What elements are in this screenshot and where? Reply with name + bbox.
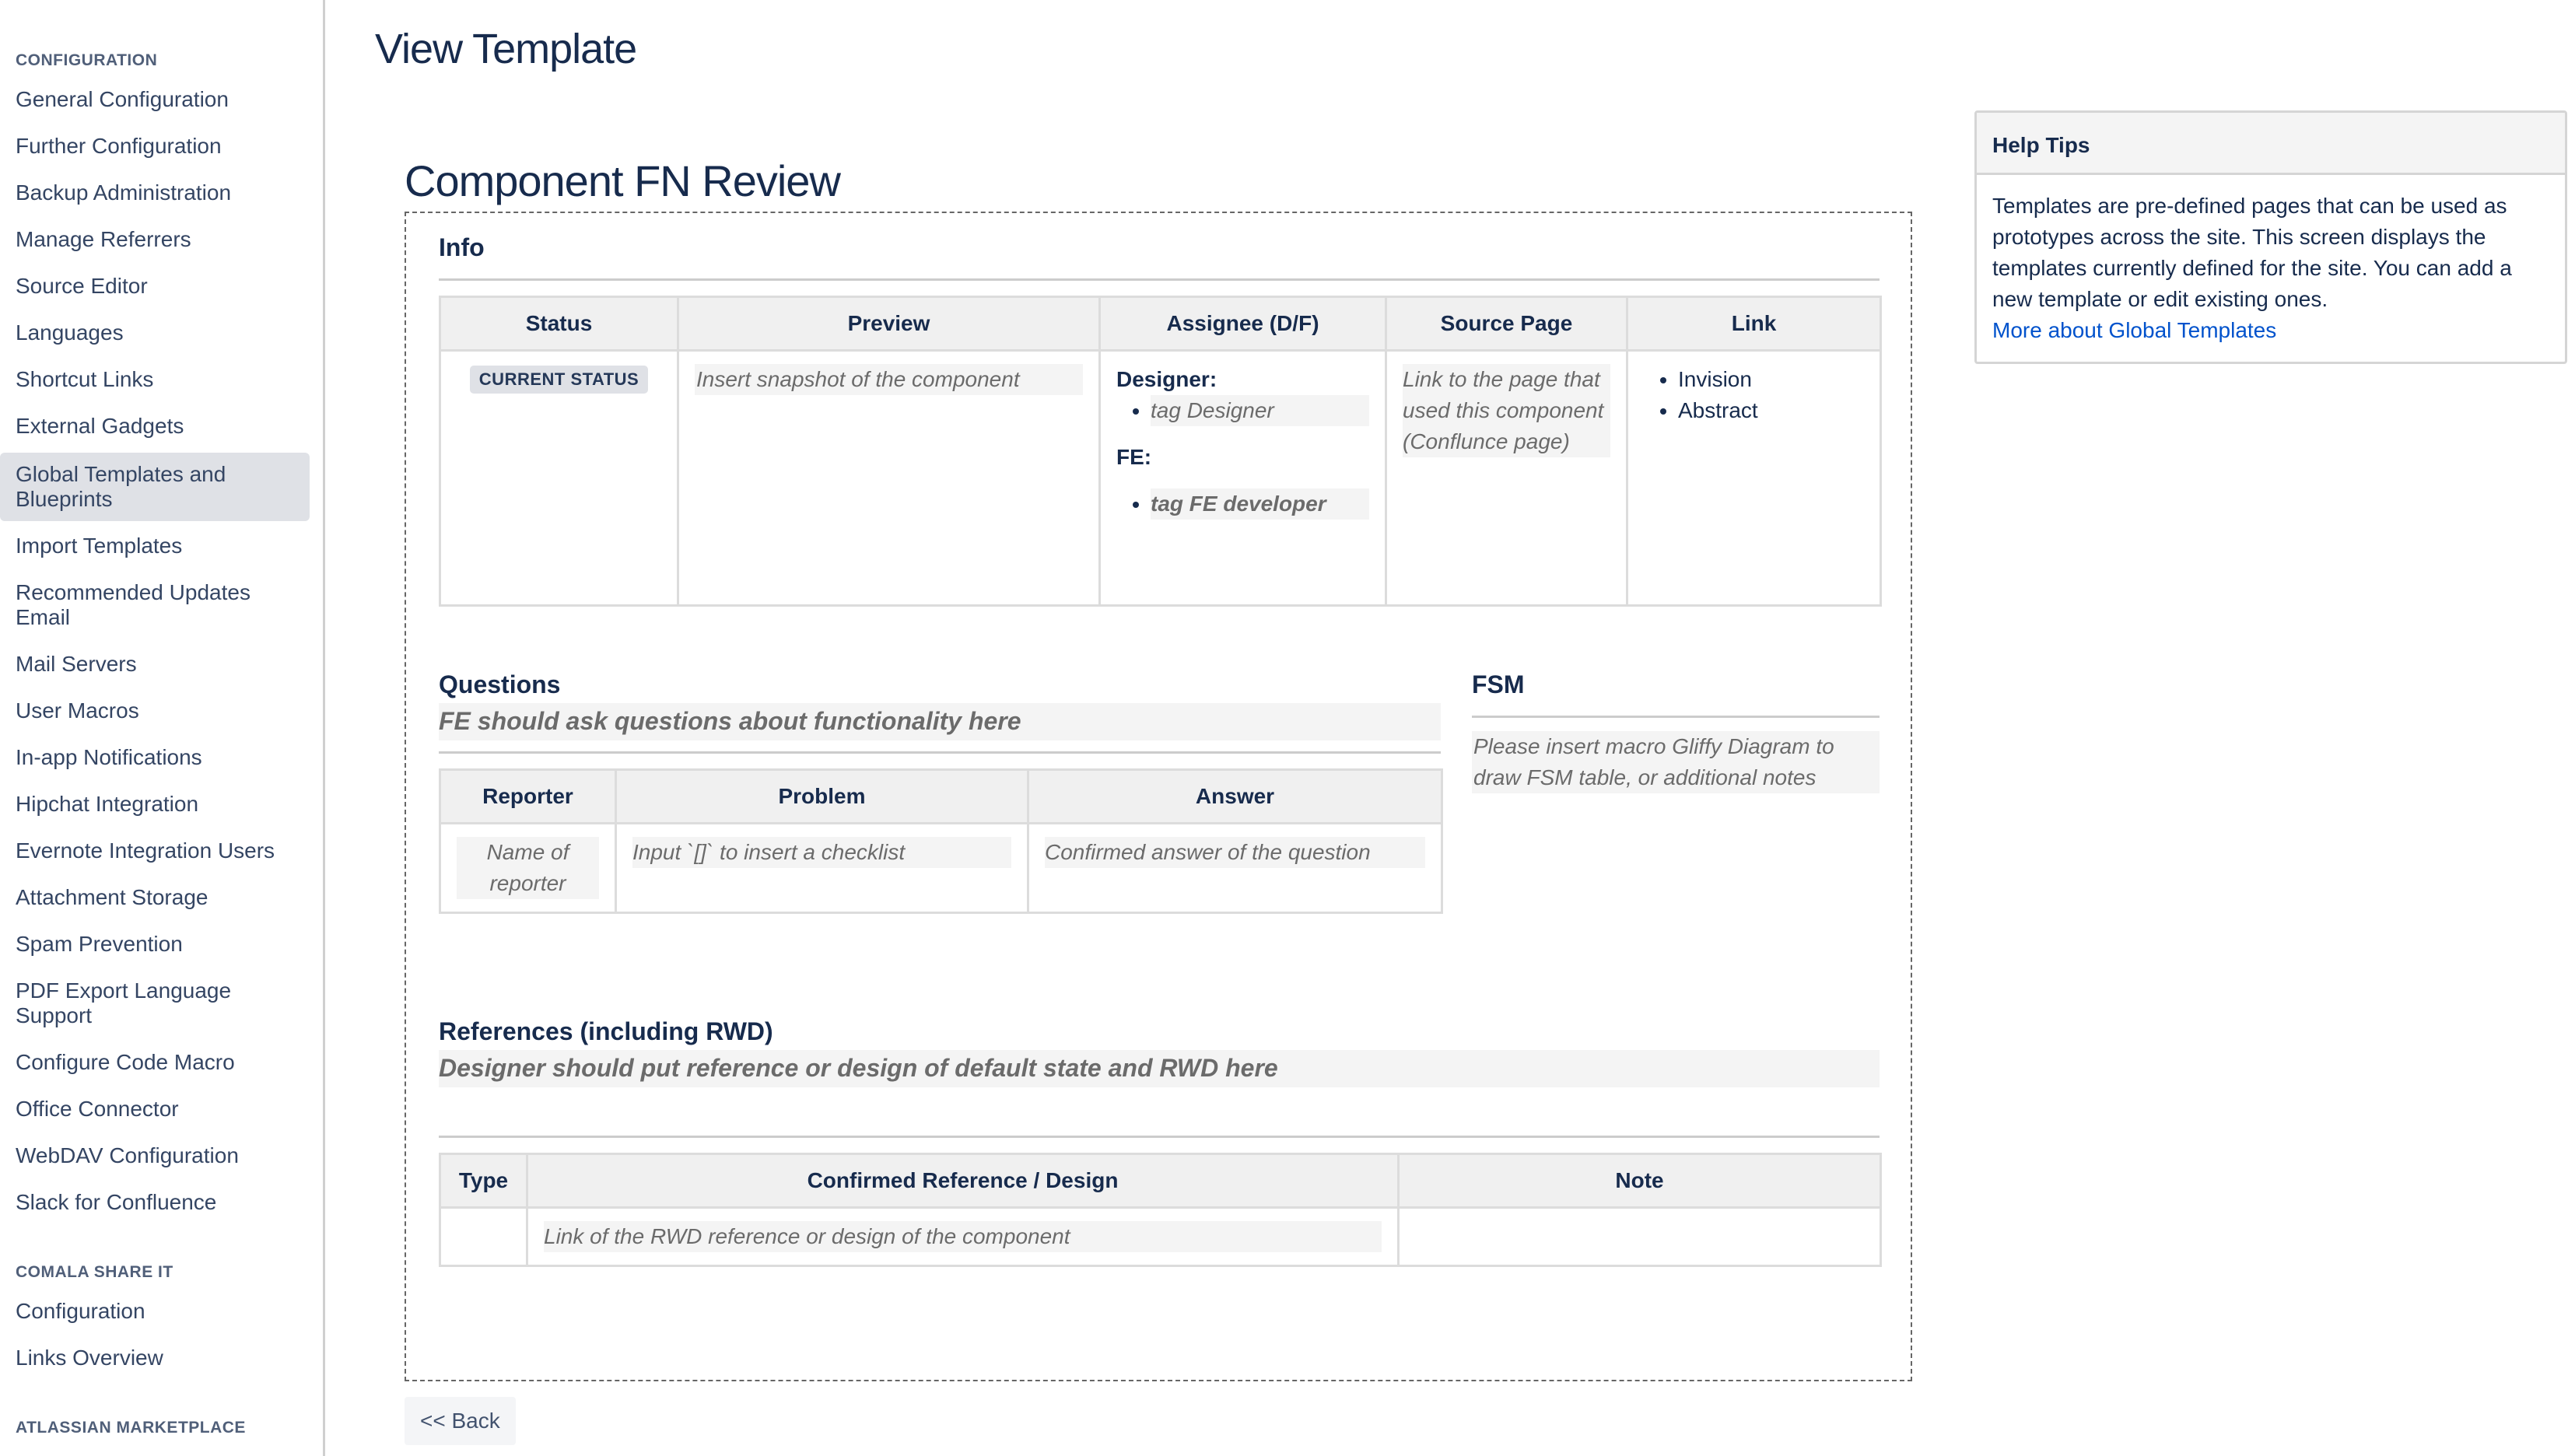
references-table-header-row: Type Confirmed Reference / Design Note [439, 1153, 1882, 1209]
link-cell: Invision Abstract [1626, 349, 1882, 607]
fe-placeholder: tag FE developer [1151, 488, 1369, 520]
references-header-type: Type [439, 1153, 528, 1209]
references-instruction: Designer should put reference or design … [439, 1050, 1880, 1087]
designer-list-item: tag Designer [1151, 395, 1369, 426]
preview-placeholder: Insert snapshot of the component [695, 364, 1083, 395]
sidebar-item-recommended-updates-email[interactable]: Recommended Updates Email [0, 580, 310, 630]
sidebar-item-in-app-notifications[interactable]: In-app Notifications [0, 745, 310, 770]
questions-section-title: Questions [439, 670, 561, 698]
sidebar-item-hipchat-integration[interactable]: Hipchat Integration [0, 792, 310, 817]
sidebar-item-manage-referrers[interactable]: Manage Referrers [0, 227, 310, 252]
reporter-cell: Name of reporter [439, 822, 617, 914]
help-tips-body: Templates are pre-defined pages that can… [1977, 175, 2565, 362]
source-page-cell: Link to the page that used this componen… [1385, 349, 1628, 607]
sidebar-heading-comala-share-it: COMALA SHARE IT [16, 1263, 173, 1281]
reference-placeholder: Link of the RWD reference or design of t… [544, 1221, 1382, 1252]
designer-placeholder: tag Designer [1151, 395, 1369, 426]
help-tips-title: Help Tips [1977, 113, 2565, 175]
info-header-assignee: Assignee (D/F) [1098, 296, 1387, 352]
note-cell [1397, 1206, 1882, 1267]
sidebar-heading-atlassian-marketplace: ATLASSIAN MARKETPLACE [16, 1419, 246, 1437]
info-header-source-page: Source Page [1385, 296, 1628, 352]
questions-table-header-row: Reporter Problem Answer [439, 768, 1443, 824]
link-item-abstract[interactable]: Abstract [1678, 395, 1864, 426]
help-tips-panel: Help Tips Templates are pre-defined page… [1974, 110, 2567, 364]
designer-list: tag Designer [1116, 395, 1369, 426]
problem-placeholder: Input `[]` to insert a checklist [632, 837, 1011, 868]
sidebar-item-source-editor[interactable]: Source Editor [0, 274, 310, 299]
sidebar-item-further-configuration[interactable]: Further Configuration [0, 134, 310, 159]
references-header-note: Note [1397, 1153, 1882, 1209]
sidebar-heading-configuration: CONFIGURATION [16, 51, 158, 69]
reporter-placeholder: Name of reporter [457, 837, 599, 899]
fsm-divider [1472, 716, 1880, 718]
questions-header-reporter: Reporter [439, 768, 617, 824]
sidebar-item-backup-administration[interactable]: Backup Administration [0, 180, 310, 205]
sidebar-item-slack-for-confluence[interactable]: Slack for Confluence [0, 1190, 310, 1215]
assignee-cell: Designer: tag Designer FE: tag FE develo… [1098, 349, 1387, 607]
sidebar-item-languages[interactable]: Languages [0, 320, 310, 345]
admin-sidebar: CONFIGURATION General Configuration Furt… [0, 0, 325, 1456]
sidebar-item-external-gadgets[interactable]: External Gadgets [0, 414, 310, 439]
info-header-link: Link [1626, 296, 1882, 352]
references-divider [439, 1136, 1880, 1138]
fsm-section-title: FSM [1472, 670, 1525, 698]
fe-list-item: tag FE developer [1151, 488, 1369, 520]
answer-cell: Confirmed answer of the question [1027, 822, 1443, 914]
sidebar-item-shortcut-links[interactable]: Shortcut Links [0, 367, 310, 392]
references-section-title: References (including RWD) [439, 1017, 773, 1045]
sidebar-item-global-templates[interactable]: Global Templates and Blueprints [0, 453, 310, 521]
references-table-row: Link of the RWD reference or design of t… [439, 1206, 1882, 1267]
more-about-global-templates-link[interactable]: More about Global Templates [1992, 315, 2549, 346]
back-button[interactable]: << Back [405, 1397, 516, 1445]
help-tips-text: Templates are pre-defined pages that can… [1992, 194, 2512, 311]
references-table: Type Confirmed Reference / Design Note L… [439, 1153, 1882, 1267]
references-header-reference: Confirmed Reference / Design [526, 1153, 1400, 1209]
questions-instruction: FE should ask questions about functional… [439, 703, 1441, 740]
fe-label: FE: [1116, 445, 1152, 469]
sidebar-item-evernote-integration-users[interactable]: Evernote Integration Users [0, 838, 310, 863]
questions-divider [439, 751, 1441, 754]
type-cell [439, 1206, 528, 1267]
sidebar-item-general-configuration[interactable]: General Configuration [0, 87, 310, 112]
info-table-header-row: Status Preview Assignee (D/F) Source Pag… [439, 296, 1882, 352]
problem-cell: Input `[]` to insert a checklist [615, 822, 1029, 914]
answer-placeholder: Confirmed answer of the question [1045, 837, 1425, 868]
template-title: Component FN Review [405, 156, 841, 205]
designer-label: Designer: [1116, 367, 1217, 391]
sidebar-item-configure-code-macro[interactable]: Configure Code Macro [0, 1050, 310, 1075]
sidebar-item-pdf-export-language-support[interactable]: PDF Export Language Support [0, 978, 310, 1028]
questions-header-problem: Problem [615, 768, 1029, 824]
template-preview-box: Info Status Preview Assignee (D/F) Sourc… [405, 212, 1912, 1381]
questions-header-answer: Answer [1027, 768, 1443, 824]
link-item-invision[interactable]: Invision [1678, 364, 1864, 395]
sidebar-item-webdav-configuration[interactable]: WebDAV Configuration [0, 1143, 310, 1168]
sidebar-item-user-macros[interactable]: User Macros [0, 698, 310, 723]
sidebar-item-comala-configuration[interactable]: Configuration [0, 1299, 310, 1324]
sidebar-item-mail-servers[interactable]: Mail Servers [0, 652, 310, 677]
questions-table-row: Name of reporter Input `[]` to insert a … [439, 822, 1443, 914]
preview-cell: Insert snapshot of the component [677, 349, 1101, 607]
source-page-placeholder: Link to the page that used this componen… [1403, 364, 1610, 457]
info-table-row: CURRENT STATUS Insert snapshot of the co… [439, 349, 1882, 607]
fe-list: tag FE developer [1116, 488, 1369, 520]
sidebar-item-attachment-storage[interactable]: Attachment Storage [0, 885, 310, 910]
status-lozenge: CURRENT STATUS [469, 366, 649, 394]
info-header-preview: Preview [677, 296, 1101, 352]
page-title: View Template [375, 26, 637, 72]
status-cell: CURRENT STATUS [439, 349, 679, 607]
info-section-title: Info [439, 233, 485, 261]
sidebar-item-import-templates[interactable]: Import Templates [0, 534, 310, 558]
link-list: Invision Abstract [1644, 364, 1864, 426]
info-table: Status Preview Assignee (D/F) Source Pag… [439, 296, 1882, 607]
questions-table: Reporter Problem Answer Name of reporter… [439, 768, 1443, 914]
sidebar-item-links-overview[interactable]: Links Overview [0, 1346, 310, 1370]
sidebar-item-office-connector[interactable]: Office Connector [0, 1097, 310, 1122]
info-header-status: Status [439, 296, 679, 352]
reference-cell: Link of the RWD reference or design of t… [526, 1206, 1400, 1267]
info-divider [439, 278, 1880, 281]
sidebar-item-spam-prevention[interactable]: Spam Prevention [0, 932, 310, 957]
fsm-placeholder: Please insert macro Gliffy Diagram to dr… [1472, 731, 1880, 793]
